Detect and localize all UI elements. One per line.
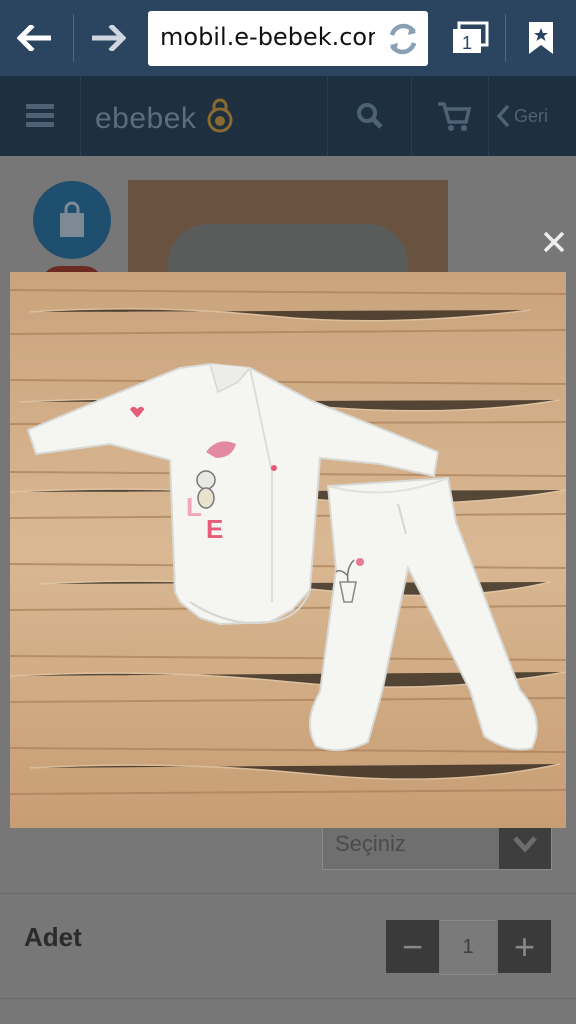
bookmark-star-icon xyxy=(529,22,553,54)
quantity-label: Adet xyxy=(24,922,82,952)
tabs-icon: 1 xyxy=(453,21,489,53)
quantity-input[interactable]: 1 xyxy=(440,920,496,975)
plus-icon: + xyxy=(513,925,536,967)
address-bar[interactable]: mobil.e-bebek.cor xyxy=(148,11,428,66)
section-divider xyxy=(0,893,576,894)
logo-bag-icon xyxy=(207,98,233,133)
product-image-thumbnail[interactable] xyxy=(128,180,448,275)
arrow-left-icon xyxy=(17,25,51,51)
chevron-down-icon xyxy=(513,836,537,852)
close-icon xyxy=(543,231,565,253)
arrow-right-icon xyxy=(92,25,126,51)
refresh-icon[interactable] xyxy=(384,20,422,58)
url-text: mobil.e-bebek.cor xyxy=(160,23,375,51)
site-logo[interactable]: ebebek xyxy=(95,98,235,136)
shopping-bag-icon xyxy=(60,201,84,237)
header-divider xyxy=(488,76,489,156)
back-link[interactable]: Geri xyxy=(496,104,548,128)
search-button[interactable] xyxy=(356,102,384,135)
search-icon xyxy=(357,103,383,129)
logo-text: ebebek xyxy=(95,102,197,135)
cart-icon xyxy=(438,102,472,131)
chevron-left-icon xyxy=(496,104,510,128)
toolbar-divider xyxy=(505,14,506,62)
hamburger-menu-icon xyxy=(26,104,54,127)
svg-text:E: E xyxy=(206,514,223,544)
menu-button[interactable] xyxy=(26,102,54,133)
header-divider xyxy=(327,76,328,156)
header-divider xyxy=(411,76,412,156)
browser-back-button[interactable] xyxy=(10,14,60,62)
site-header: ebebek Geri xyxy=(0,76,576,156)
size-select-value: Seçiniz xyxy=(335,831,406,856)
minus-icon: − xyxy=(401,925,424,967)
thumbnail-product-shape xyxy=(168,224,408,275)
quantity-decrease-button[interactable]: − xyxy=(386,920,439,973)
cart-button[interactable] xyxy=(436,100,472,137)
section-divider xyxy=(0,998,576,999)
quantity-increase-button[interactable]: + xyxy=(498,920,551,973)
love-print-text: L xyxy=(186,492,202,522)
add-to-cart-fab[interactable] xyxy=(33,181,111,259)
product-image: L E xyxy=(10,272,566,828)
tabs-button[interactable]: 1 xyxy=(445,14,495,62)
tab-count: 1 xyxy=(462,33,472,53)
browser-toolbar: mobil.e-bebek.cor 1 xyxy=(0,0,576,76)
product-image-modal: L E xyxy=(10,272,566,828)
bookmark-button[interactable] xyxy=(516,14,566,62)
header-divider xyxy=(80,76,81,156)
back-link-label: Geri xyxy=(514,105,549,126)
toolbar-divider xyxy=(73,14,74,62)
modal-close-button[interactable] xyxy=(538,226,570,258)
browser-forward-button[interactable] xyxy=(83,14,133,62)
